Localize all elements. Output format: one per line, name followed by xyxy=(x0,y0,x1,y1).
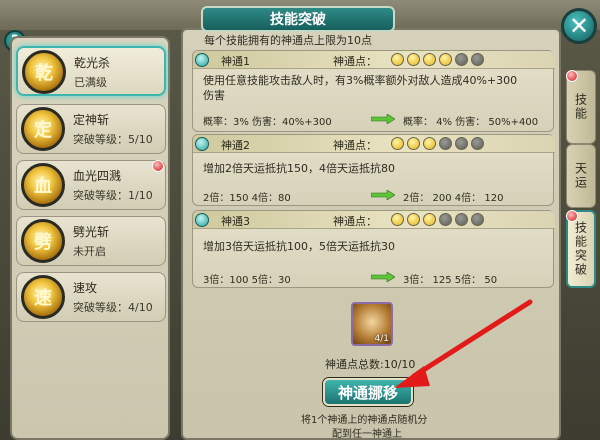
block-header: 神通3 神通点： xyxy=(193,211,555,229)
skill-item[interactable]: 血 血光四溅 突破等级：1/10 xyxy=(16,160,166,210)
pointer-arrow-icon xyxy=(394,299,533,388)
block-title: 神通3 xyxy=(221,215,250,228)
notification-badge xyxy=(566,70,578,82)
game-screen: ? ✕ 乾 乾光杀 已满级 定 定神斩 突破等级：5/10 血 血光四溅 突破等… xyxy=(0,0,600,440)
point-empty-icon xyxy=(439,213,452,226)
skill-status: 突破等级：5/10 xyxy=(73,133,153,146)
skill-name: 定神斩 xyxy=(73,113,110,127)
skill-name: 乾光杀 xyxy=(74,56,111,70)
upgrade-arrow-icon xyxy=(371,114,395,124)
current-stats: 2倍：150 4倍：80 xyxy=(203,193,291,204)
point-empty-icon xyxy=(471,213,484,226)
points-dots xyxy=(391,137,484,150)
point-filled-icon xyxy=(439,53,452,66)
block-header: 神通1 神通点： xyxy=(193,51,555,69)
bullet-icon xyxy=(195,53,209,67)
point-filled-icon xyxy=(391,137,404,150)
skill-status: 突破等级：1/10 xyxy=(73,189,153,202)
block-title: 神通2 xyxy=(221,139,250,152)
skill-item[interactable]: 速 速攻 突破等级：4/10 xyxy=(16,272,166,322)
skill-status: 已满级 xyxy=(74,76,107,89)
point-filled-icon xyxy=(407,137,420,150)
page-title: 技能突破 xyxy=(201,6,395,32)
upgrade-arrow-icon xyxy=(371,272,395,282)
skill-item[interactable]: 定 定神斩 突破等级：5/10 xyxy=(16,104,166,154)
points-dots xyxy=(391,53,484,66)
points-label: 神通点： xyxy=(333,139,377,152)
point-filled-icon xyxy=(423,53,436,66)
skill-item[interactable]: 乾 乾光杀 已满级 xyxy=(16,46,166,96)
bullet-icon xyxy=(195,213,209,227)
point-empty-icon xyxy=(455,137,468,150)
point-filled-icon xyxy=(407,213,420,226)
divine-block-2[interactable]: 神通2 神通点： 增加2倍天运抵抗150，4倍天运抵抗80 2倍：150 4倍：… xyxy=(192,134,555,206)
close-button[interactable]: ✕ xyxy=(561,8,597,44)
skill-icon: 乾 xyxy=(22,50,66,94)
next-stats: 概率： 4% 伤害： 50%+400 xyxy=(403,117,539,128)
block-desc: 增加2倍天运抵抗150，4倍天运抵抗80 xyxy=(203,162,395,175)
skill-name: 血光四溅 xyxy=(73,169,122,183)
limit-text: 每个技能拥有的神通点上限为10点 xyxy=(204,34,372,47)
skill-icon: 劈 xyxy=(21,219,65,263)
upgrade-arrow-icon xyxy=(371,190,395,200)
block-desc: 使用任意技能攻击敌人时，有3%概率额外对敌人造成40%+300 xyxy=(203,74,518,87)
skill-icon: 血 xyxy=(21,163,65,207)
current-stats: 概率：3% 伤害：40%+300 xyxy=(203,117,332,128)
point-filled-icon xyxy=(391,213,404,226)
tip-text-2: 配到任一神通上 xyxy=(332,429,402,440)
tab-fortune[interactable]: 天运 xyxy=(566,144,596,208)
divine-block-3[interactable]: 神通3 神通点： 增加3倍天运抵抗100，5倍天运抵抗30 3倍：100 5倍：… xyxy=(192,210,555,288)
point-empty-icon xyxy=(471,137,484,150)
block-header: 神通2 神通点： xyxy=(193,135,555,153)
bullet-icon xyxy=(195,137,209,151)
point-filled-icon xyxy=(423,137,436,150)
next-stats: 2倍： 200 4倍： 120 xyxy=(403,193,504,204)
point-filled-icon xyxy=(423,213,436,226)
skill-status: 未开启 xyxy=(73,245,106,258)
points-dots xyxy=(391,213,484,226)
points-label: 神通点： xyxy=(333,215,377,228)
point-filled-icon xyxy=(407,53,420,66)
divine-block-1[interactable]: 神通1 神通点： 使用任意技能攻击敌人时，有3%概率额外对敌人造成40%+300… xyxy=(192,50,555,132)
point-filled-icon xyxy=(391,53,404,66)
skill-name: 速攻 xyxy=(73,281,98,295)
tip-text: 将1个神通上的神通点随机分 xyxy=(301,415,428,426)
current-stats: 3倍：100 5倍：30 xyxy=(203,275,291,286)
point-empty-icon xyxy=(455,53,468,66)
point-empty-icon xyxy=(455,213,468,226)
points-label: 神通点： xyxy=(333,55,377,68)
skill-icon: 速 xyxy=(21,275,65,319)
skill-name: 劈光斩 xyxy=(73,225,110,239)
point-empty-icon xyxy=(471,53,484,66)
notification-badge xyxy=(152,160,164,172)
skill-item[interactable]: 劈 劈光斩 未开启 xyxy=(16,216,166,266)
block-desc: 增加3倍天运抵抗100，5倍天运抵抗30 xyxy=(203,240,395,253)
block-title: 神通1 xyxy=(221,55,250,68)
point-empty-icon xyxy=(439,137,452,150)
block-desc-2: 伤害 xyxy=(203,89,225,102)
skill-status: 突破等级：4/10 xyxy=(73,301,153,314)
skill-icon: 定 xyxy=(21,107,65,151)
notification-badge xyxy=(566,210,578,222)
next-stats: 3倍： 125 5倍： 50 xyxy=(403,275,498,286)
